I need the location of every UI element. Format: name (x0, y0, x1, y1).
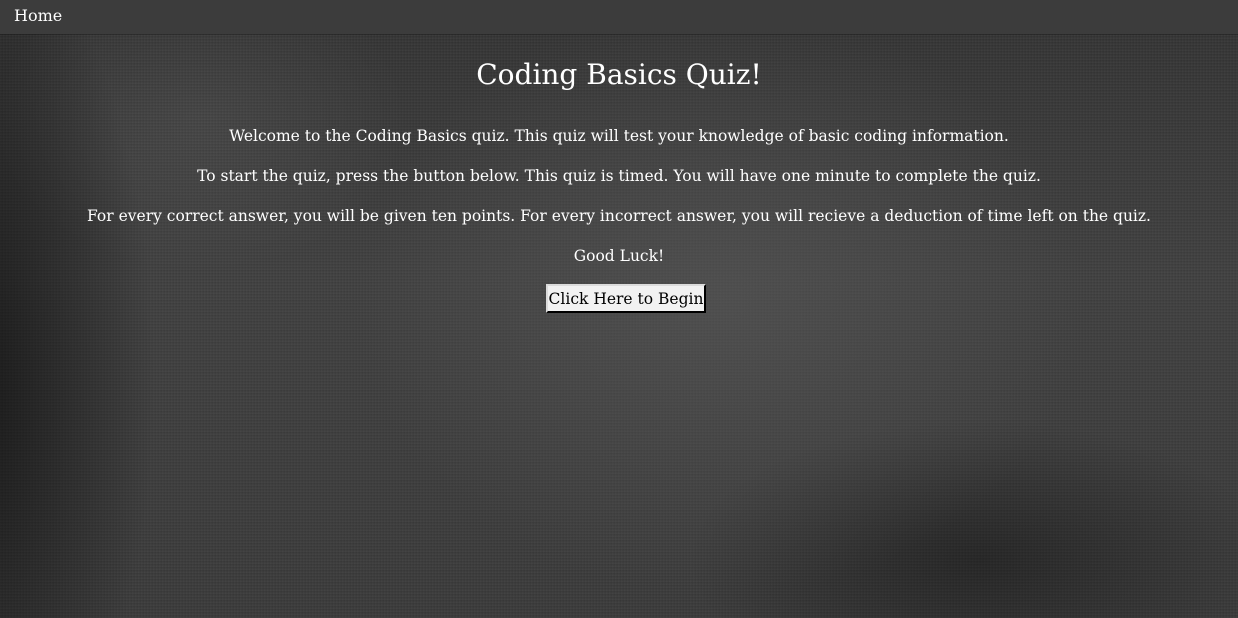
start-quiz-button[interactable]: Click Here to Begin (546, 284, 706, 313)
page-title: Coding Basics Quiz! (476, 58, 762, 91)
top-navbar: Home (0, 0, 1238, 34)
intro-paragraph-good-luck: Good Luck! (573, 247, 665, 265)
intro-paragraph-scoring: For every correct answer, you will be gi… (87, 207, 1151, 225)
nav-home-link[interactable]: Home (14, 6, 62, 25)
intro-paragraph-welcome: Welcome to the Coding Basics quiz. This … (229, 127, 1009, 145)
intro-paragraph-instructions: To start the quiz, press the button belo… (197, 167, 1041, 185)
quiz-intro: Coding Basics Quiz! Welcome to the Codin… (0, 54, 1238, 313)
